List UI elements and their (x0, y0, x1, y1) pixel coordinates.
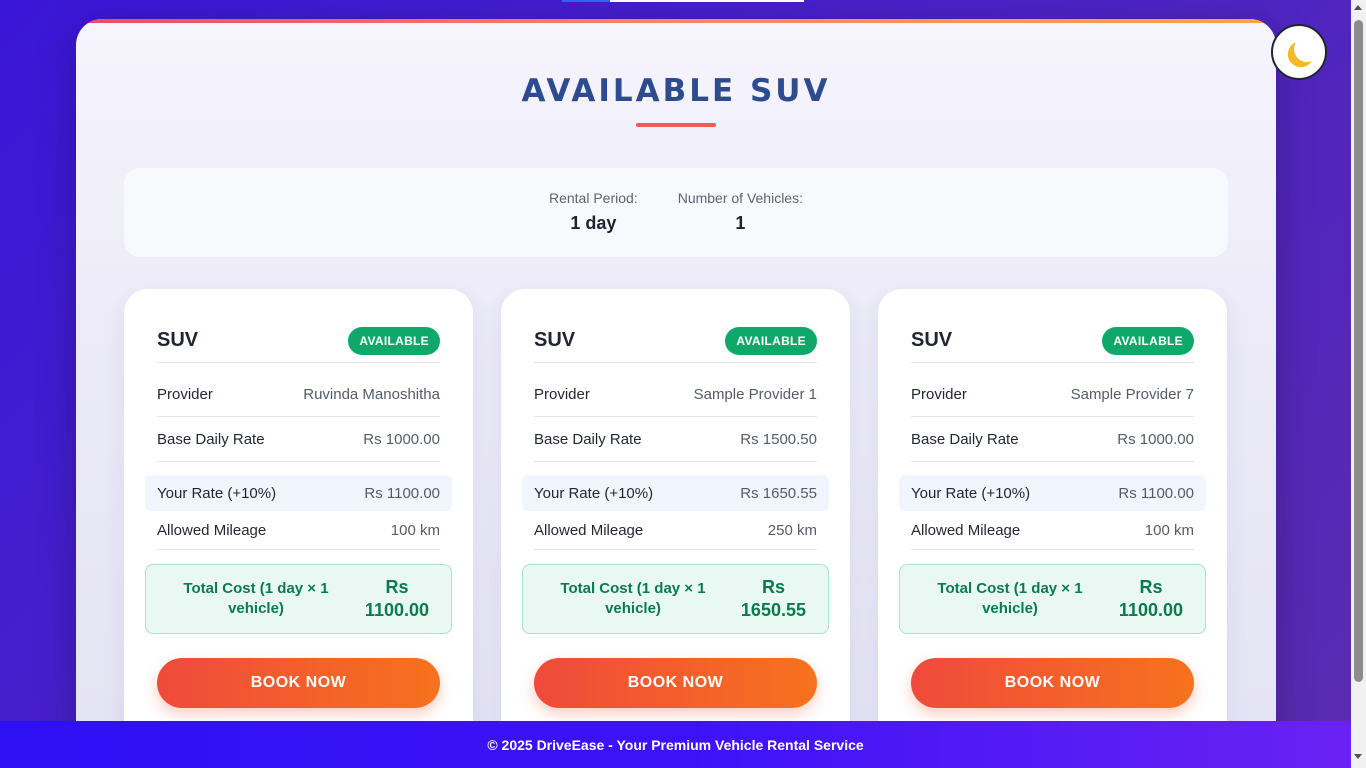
your-rate-row: Your Rate (+10%) Rs 1650.55 (522, 475, 829, 511)
status-badge: AVAILABLE (348, 326, 440, 355)
total-cost-label: Total Cost (1 day × 1 vehicle) (183, 580, 329, 617)
base-rate-label: Base Daily Rate (534, 430, 642, 448)
scrollbar-thumb[interactable] (1354, 20, 1363, 682)
mileage-label: Allowed Mileage (911, 521, 1021, 539)
mileage-label: Allowed Mileage (534, 521, 644, 539)
mileage-value: 100 km (390, 521, 440, 539)
base-rate-label: Base Daily Rate (911, 430, 1019, 448)
total-amount: 1650.55 (740, 600, 806, 620)
book-now-button[interactable]: BOOK NOW (157, 658, 440, 708)
your-rate-value: Rs 1100.00 (1118, 484, 1194, 502)
card-header: SUV AVAILABLE (911, 321, 1194, 363)
base-rate-row: Base Daily Rate Rs 1000.00 (157, 417, 440, 462)
provider-label: Provider (911, 385, 967, 403)
scroll-up-arrow-icon[interactable] (1354, 5, 1362, 10)
provider-value: Sample Provider 1 (693, 385, 817, 403)
provider-row: Provider Sample Provider 1 (534, 372, 817, 417)
base-rate-row: Base Daily Rate Rs 1000.00 (911, 417, 1194, 462)
base-rate-value: Rs 1000.00 (1117, 430, 1194, 448)
total-cost-box: Total Cost (1 day × 1 vehicle) Rs 1100.0… (899, 564, 1206, 634)
total-cost-value: Rs 1100.00 (365, 576, 429, 622)
your-rate-label: Your Rate (+10%) (534, 484, 654, 502)
vehicle-card: SUV AVAILABLE Provider Sample Provider 1… (501, 289, 850, 768)
provider-row: Provider Sample Provider 7 (911, 372, 1194, 417)
mileage-value: 100 km (1144, 521, 1194, 539)
rental-summary: Rental Period: 1 day Number of Vehicles:… (124, 168, 1228, 257)
total-cost-value: Rs 1100.00 (1119, 576, 1183, 622)
mileage-row: Allowed Mileage 100 km (157, 511, 440, 550)
vehicle-count-value: 1 (735, 213, 746, 233)
status-badge: AVAILABLE (1102, 326, 1194, 355)
total-cost-box: Total Cost (1 day × 1 vehicle) Rs 1100.0… (145, 564, 452, 634)
rental-period: Rental Period: 1 day (549, 190, 638, 257)
base-rate-row: Base Daily Rate Rs 1500.50 (534, 417, 817, 462)
total-cost-box: Total Cost (1 day × 1 vehicle) Rs 1650.5… (522, 564, 829, 634)
card-header: SUV AVAILABLE (157, 321, 440, 363)
vehicle-card: SUV AVAILABLE Provider Ruvinda Manoshith… (124, 289, 473, 768)
main-panel: AVAILABLE SUV Rental Period: 1 day Numbe… (76, 19, 1276, 768)
rental-period-label: Rental Period: (548, 190, 638, 206)
your-rate-value: Rs 1650.55 (740, 484, 817, 502)
provider-value: Sample Provider 7 (1070, 385, 1194, 403)
base-rate-label: Base Daily Rate (157, 430, 265, 448)
vehicle-type: SUV (534, 329, 576, 351)
total-amount: 1100.00 (1118, 600, 1183, 620)
total-currency: Rs (761, 577, 785, 597)
top-edge-accent (562, 0, 610, 2)
rental-period-value: 1 day (570, 213, 617, 233)
status-badge: AVAILABLE (725, 326, 817, 355)
vehicle-count-label: Number of Vehicles: (677, 190, 803, 206)
total-cost-label: Total Cost (1 day × 1 vehicle) (937, 580, 1083, 617)
book-now-button[interactable]: BOOK NOW (534, 658, 817, 708)
page-scrollbar[interactable] (1351, 0, 1366, 768)
page-title: AVAILABLE SUV (521, 73, 831, 109)
scroll-down-arrow-icon[interactable] (1354, 754, 1362, 759)
mileage-row: Allowed Mileage 100 km (911, 511, 1194, 550)
title-underline (636, 123, 716, 127)
total-currency: Rs (385, 577, 409, 597)
mileage-row: Allowed Mileage 250 km (534, 511, 817, 550)
total-cost-label: Total Cost (1 day × 1 vehicle) (560, 580, 706, 617)
mileage-value: 250 km (767, 521, 817, 539)
moon-icon (1292, 34, 1322, 64)
provider-label: Provider (534, 385, 590, 403)
base-rate-value: Rs 1500.50 (740, 430, 817, 448)
your-rate-row: Your Rate (+10%) Rs 1100.00 (145, 475, 452, 511)
vehicle-type: SUV (157, 329, 199, 351)
total-amount: 1100.00 (364, 600, 429, 620)
total-currency: Rs (1139, 577, 1163, 597)
your-rate-value: Rs 1100.00 (364, 484, 440, 502)
provider-row: Provider Ruvinda Manoshitha (157, 372, 440, 417)
your-rate-label: Your Rate (+10%) (911, 484, 1031, 502)
card-header: SUV AVAILABLE (534, 321, 817, 363)
theme-toggle-button[interactable] (1271, 24, 1327, 80)
top-edge-strip (562, 0, 804, 2)
footer-text: © 2025 DriveEase - Your Premium Vehicle … (487, 736, 864, 753)
vehicle-count: Number of Vehicles: 1 (678, 190, 803, 257)
your-rate-row: Your Rate (+10%) Rs 1100.00 (899, 475, 1206, 511)
provider-value: Ruvinda Manoshitha (303, 385, 440, 403)
footer: © 2025 DriveEase - Your Premium Vehicle … (0, 721, 1351, 768)
vehicle-card: SUV AVAILABLE Provider Sample Provider 7… (878, 289, 1227, 768)
total-cost-value: Rs 1650.55 (741, 576, 806, 622)
base-rate-value: Rs 1000.00 (363, 430, 440, 448)
provider-label: Provider (157, 385, 213, 403)
your-rate-label: Your Rate (+10%) (157, 484, 277, 502)
mileage-label: Allowed Mileage (157, 521, 267, 539)
book-now-button[interactable]: BOOK NOW (911, 658, 1194, 708)
vehicle-type: SUV (911, 329, 953, 351)
